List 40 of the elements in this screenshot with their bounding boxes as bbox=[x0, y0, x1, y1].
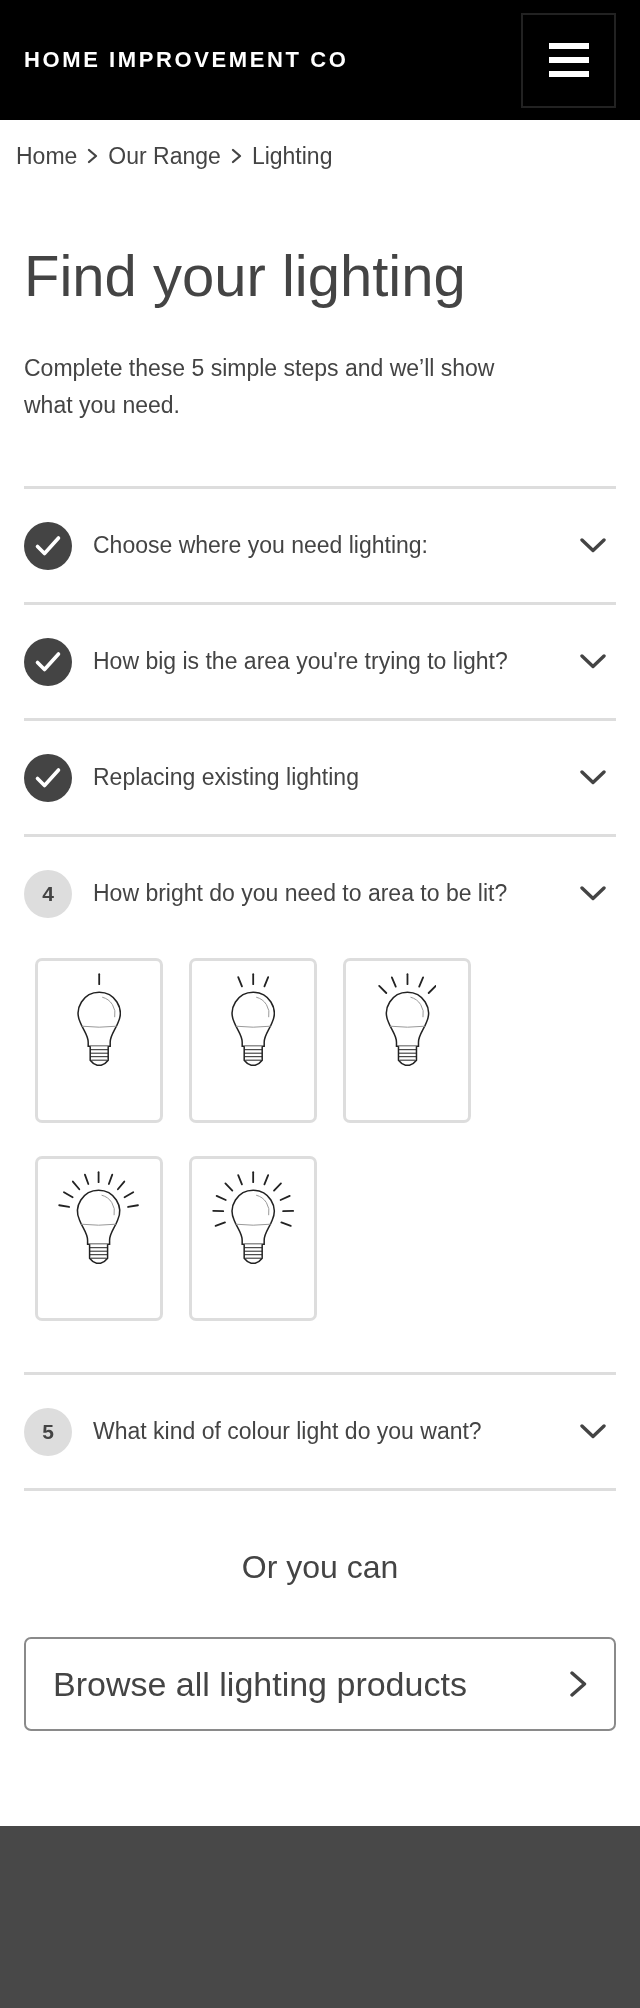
chevron-down-icon bbox=[580, 886, 606, 901]
brightness-option[interactable] bbox=[343, 958, 471, 1123]
step-header[interactable]: How big is the area you're trying to light? bbox=[24, 605, 616, 718]
light-bulb-icon bbox=[211, 1171, 295, 1265]
chevron-down-icon bbox=[580, 538, 606, 553]
site-logo[interactable]: HOME IMPROVEMENT CO bbox=[24, 46, 349, 74]
chevron-down-icon bbox=[580, 654, 606, 669]
breadcrumb-link[interactable]: Our Range bbox=[108, 141, 221, 171]
chevron-down-icon bbox=[580, 1424, 606, 1439]
browse-button[interactable]: Browse all lighting products bbox=[24, 1637, 616, 1731]
step-title: Replacing existing lighting bbox=[93, 764, 360, 791]
step-number: 4 bbox=[24, 869, 72, 918]
light-bulb-icon bbox=[76, 973, 122, 1067]
page-title: Find your lighting bbox=[24, 242, 467, 310]
step-title: How big is the area you're trying to light? bbox=[93, 648, 509, 675]
light-bulb-icon bbox=[230, 973, 276, 1067]
step-header[interactable]: 5 What kind of colour light do you want? bbox=[24, 1375, 616, 1488]
step-number: 5 bbox=[24, 1407, 72, 1456]
chevron-right-icon bbox=[570, 1671, 587, 1697]
step-header[interactable]: Choose where you need lighting: bbox=[24, 489, 616, 602]
brightness-option[interactable] bbox=[189, 958, 317, 1123]
brightness-option[interactable] bbox=[189, 1156, 317, 1321]
breadcrumb-link[interactable]: Lighting bbox=[251, 141, 333, 171]
menu-icon bbox=[548, 43, 589, 77]
chevron-down-icon bbox=[580, 770, 606, 785]
brightness-option[interactable] bbox=[35, 1156, 163, 1321]
menu-button[interactable] bbox=[521, 12, 616, 108]
step-header[interactable]: Replacing existing lighting bbox=[24, 721, 616, 834]
step-title: How bright do you need to area to be lit? bbox=[93, 880, 509, 907]
step-header[interactable]: 4 How bright do you need to area to be lit? bbox=[24, 837, 616, 950]
brightness-option[interactable] bbox=[35, 958, 163, 1123]
breadcrumb-link[interactable]: Home bbox=[16, 141, 78, 171]
intro-text: Complete these 5 simple steps and we’ll show what you need. bbox=[24, 354, 496, 420]
step-title: Choose where you need lighting: bbox=[93, 532, 429, 559]
step-title: What kind of colour light do you want? bbox=[93, 1418, 483, 1445]
alternative-heading: Or you can bbox=[240, 1548, 400, 1587]
light-bulb-icon bbox=[58, 1171, 140, 1265]
chevron-right-icon bbox=[87, 148, 99, 164]
light-bulb-icon bbox=[377, 973, 437, 1067]
chevron-right-icon bbox=[230, 148, 242, 164]
